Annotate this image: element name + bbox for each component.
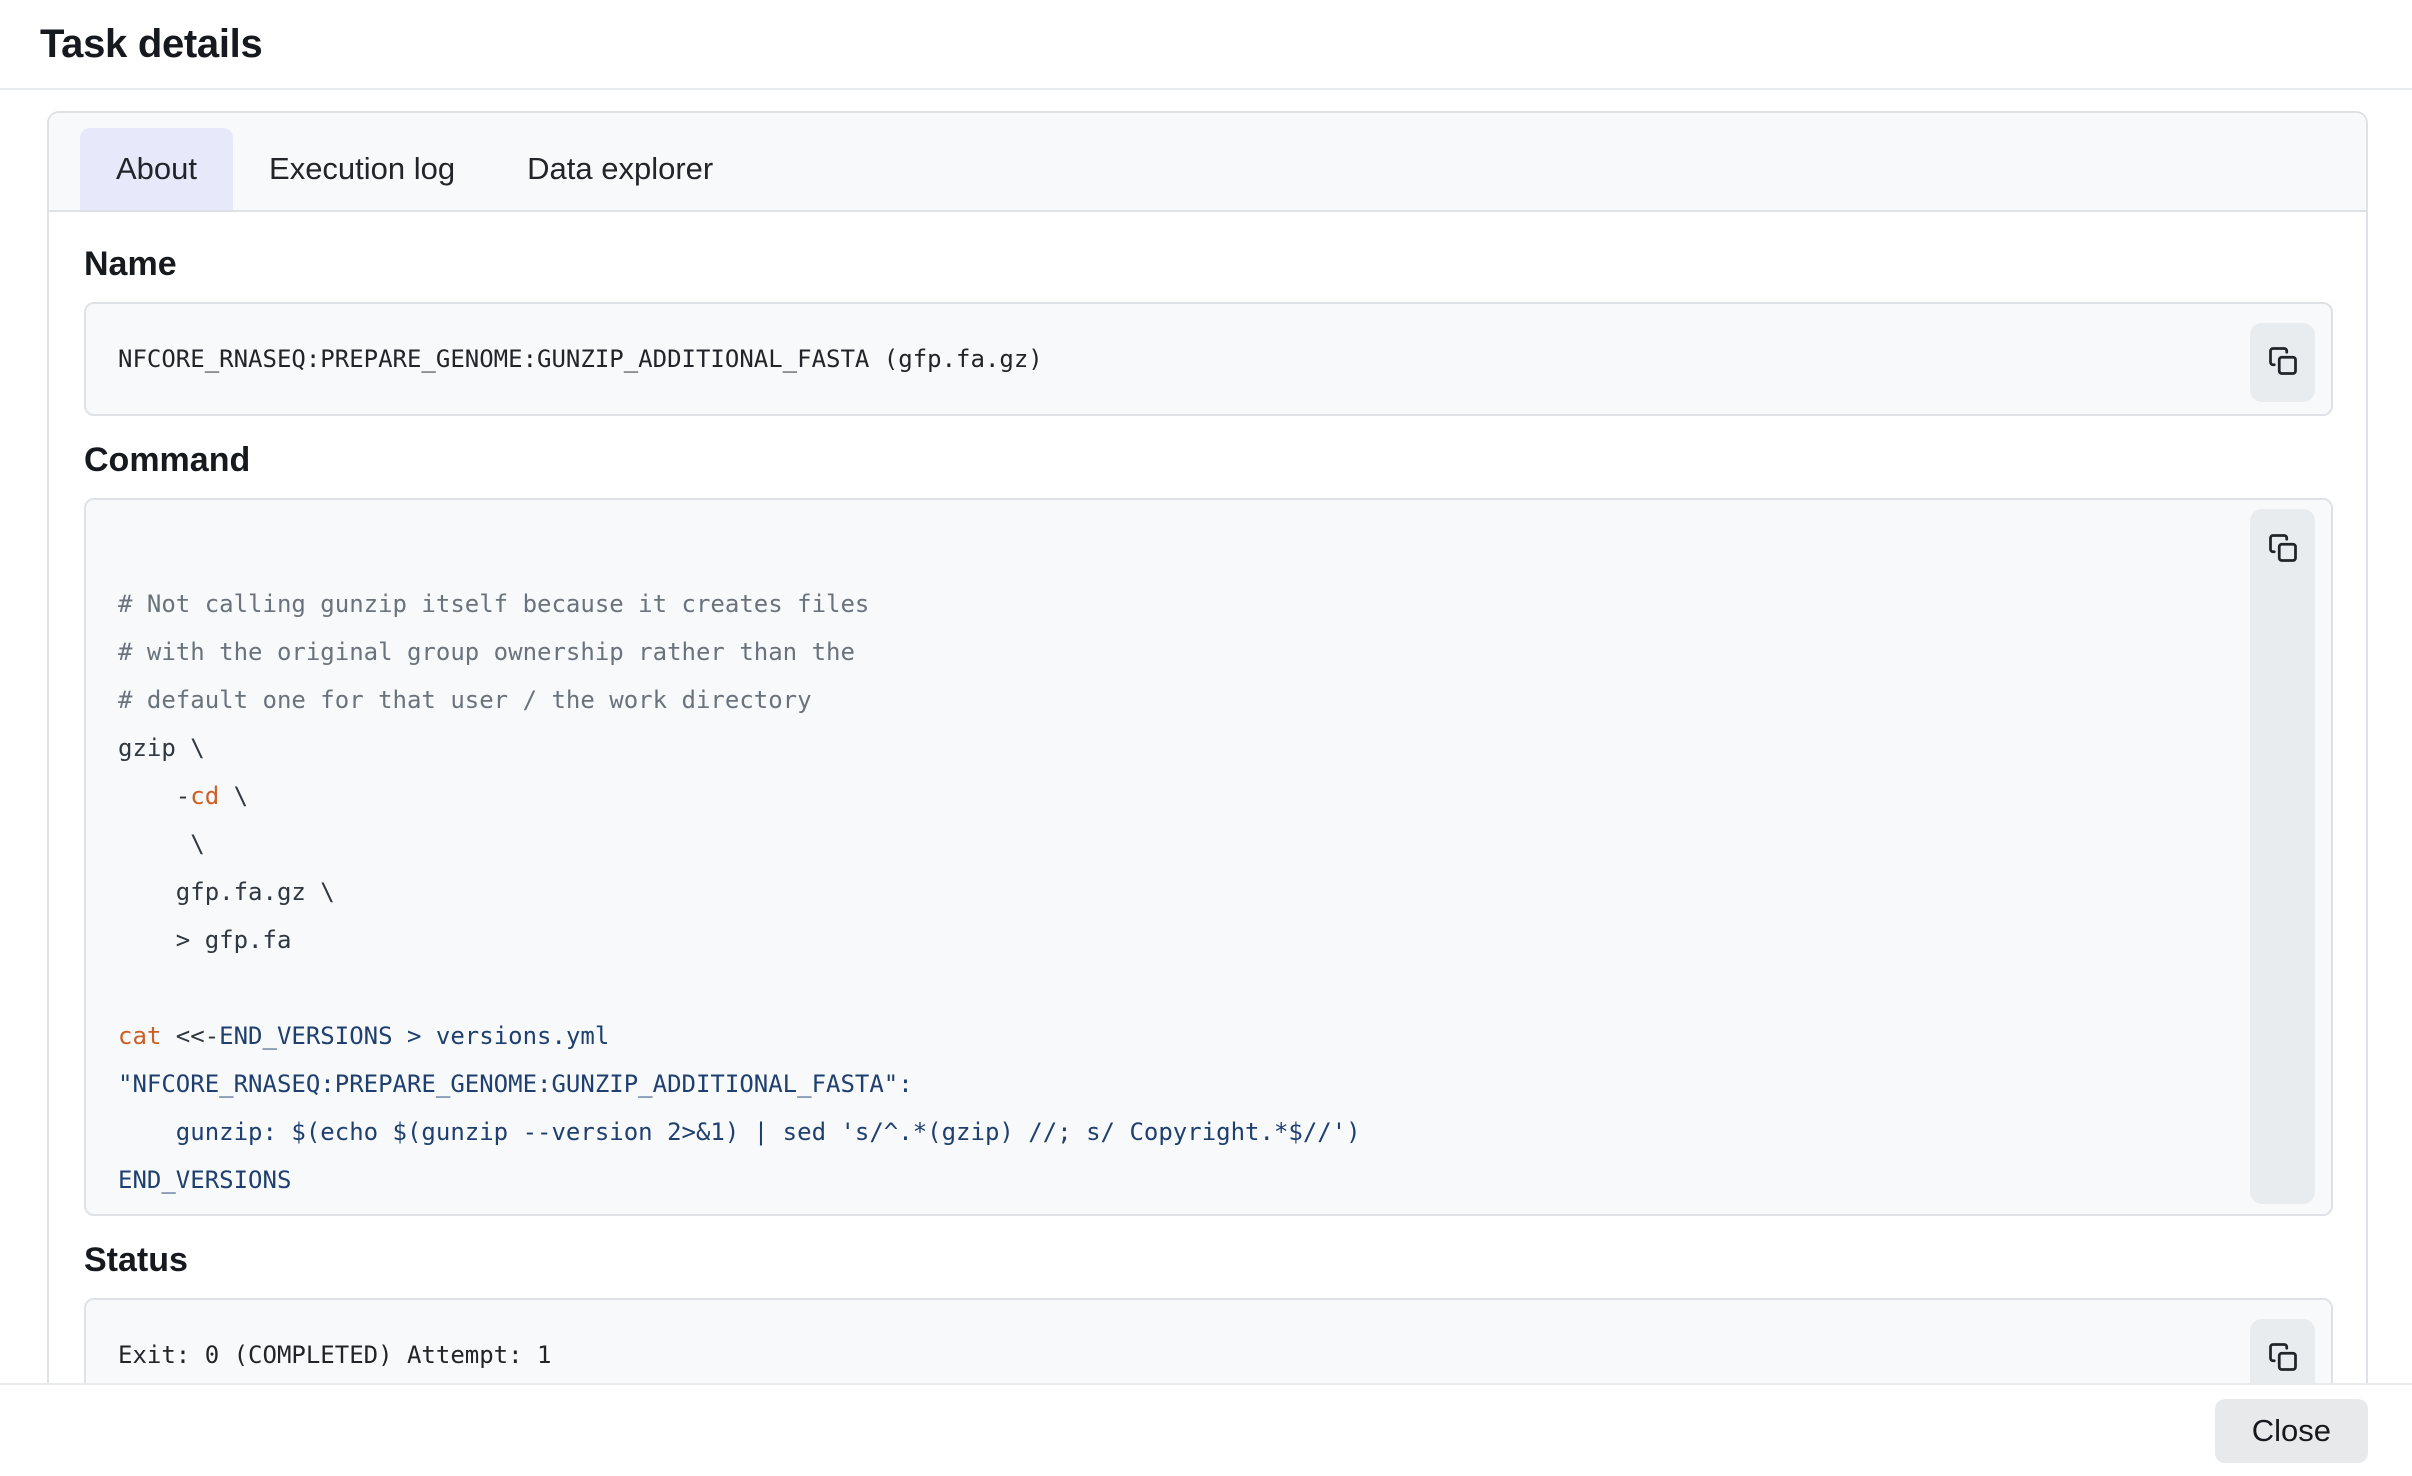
name-value-box: NFCORE_RNASEQ:PREPARE_GENOME:GUNZIP_ADDI…	[84, 302, 2333, 416]
command-section: Command # Not calling gunzip itself beca…	[84, 442, 2333, 1216]
tab-data-explorer[interactable]: Data explorer	[491, 128, 749, 210]
code-line: END_VERSIONS	[118, 1156, 2181, 1204]
tab-execution-log[interactable]: Execution log	[233, 128, 491, 210]
code-line: "NFCORE_RNASEQ:PREPARE_GENOME:GUNZIP_ADD…	[118, 1060, 2181, 1108]
task-details-card: AboutExecution logData explorer Name NFC…	[47, 111, 2368, 1383]
name-section: Name NFCORE_RNASEQ:PREPARE_GENOME:GUNZIP…	[84, 246, 2333, 416]
code-line: # Not calling gunzip itself because it c…	[118, 580, 2181, 628]
copy-name-button[interactable]	[2250, 323, 2315, 402]
status-heading: Status	[84, 1242, 2333, 1278]
code-line: # default one for that user / the work d…	[118, 676, 2181, 724]
card-body: Name NFCORE_RNASEQ:PREPARE_GENOME:GUNZIP…	[49, 212, 2366, 1383]
modal-footer: Close	[0, 1383, 2412, 1476]
close-button[interactable]: Close	[2215, 1399, 2368, 1463]
command-heading: Command	[84, 442, 2333, 478]
tab-bar: AboutExecution logData explorer	[49, 113, 2366, 212]
code-line: cat <<-END_VERSIONS > versions.yml	[118, 1012, 2181, 1060]
command-code: # Not calling gunzip itself because it c…	[118, 532, 2181, 1204]
command-code-box: # Not calling gunzip itself because it c…	[84, 498, 2333, 1216]
copy-command-button[interactable]	[2250, 509, 2315, 1204]
code-line: > gfp.fa	[118, 916, 2181, 964]
task-name-value: NFCORE_RNASEQ:PREPARE_GENOME:GUNZIP_ADDI…	[118, 335, 2181, 383]
code-line: gzip \	[118, 724, 2181, 772]
copy-icon	[2268, 533, 2298, 566]
code-line: # with the original group ownership rath…	[118, 628, 2181, 676]
status-section: Status Exit: 0 (COMPLETED) Attempt: 1	[84, 1242, 2333, 1383]
code-line	[118, 964, 2181, 1012]
code-line: -cd \	[118, 772, 2181, 820]
tab-about[interactable]: About	[80, 128, 233, 210]
code-line: \	[118, 820, 2181, 868]
copy-icon	[2268, 1342, 2298, 1375]
code-line: gfp.fa.gz \	[118, 868, 2181, 916]
page-title: Task details	[40, 22, 262, 67]
code-line: gunzip: $(echo $(gunzip --version 2>&1) …	[118, 1108, 2181, 1156]
name-heading: Name	[84, 246, 2333, 282]
modal-body: AboutExecution logData explorer Name NFC…	[0, 90, 2412, 1383]
modal-header: Task details	[0, 0, 2412, 90]
task-status-value: Exit: 0 (COMPLETED) Attempt: 1	[118, 1331, 2181, 1379]
copy-status-button[interactable]	[2250, 1319, 2315, 1383]
copy-icon	[2268, 346, 2298, 379]
task-details-modal: Task details AboutExecution logData expl…	[0, 0, 2412, 1476]
code-line	[118, 532, 2181, 580]
status-value-box: Exit: 0 (COMPLETED) Attempt: 1	[84, 1298, 2333, 1383]
